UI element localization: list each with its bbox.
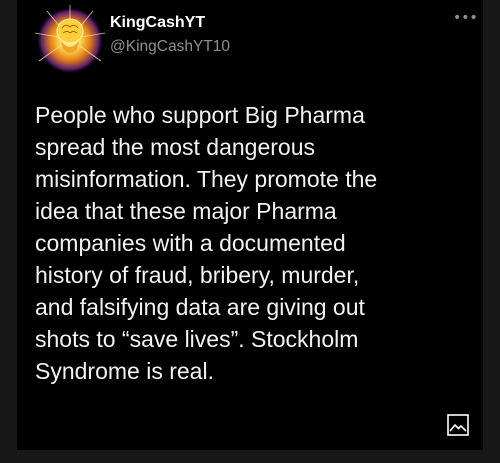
image-media-icon[interactable]: [447, 414, 469, 436]
avatar[interactable]: [31, 3, 109, 73]
more-options-icon[interactable]: •••: [453, 11, 478, 25]
tweet-card[interactable]: KingCashYT @KingCashYT10 ••• People who …: [17, 0, 483, 450]
tweet-text: People who support Big Pharma spread the…: [35, 102, 378, 384]
screenshot-frame: KingCashYT @KingCashYT10 ••• People who …: [0, 0, 500, 463]
user-handle[interactable]: @KingCashYT10: [110, 38, 230, 56]
display-name[interactable]: KingCashYT: [110, 14, 205, 32]
